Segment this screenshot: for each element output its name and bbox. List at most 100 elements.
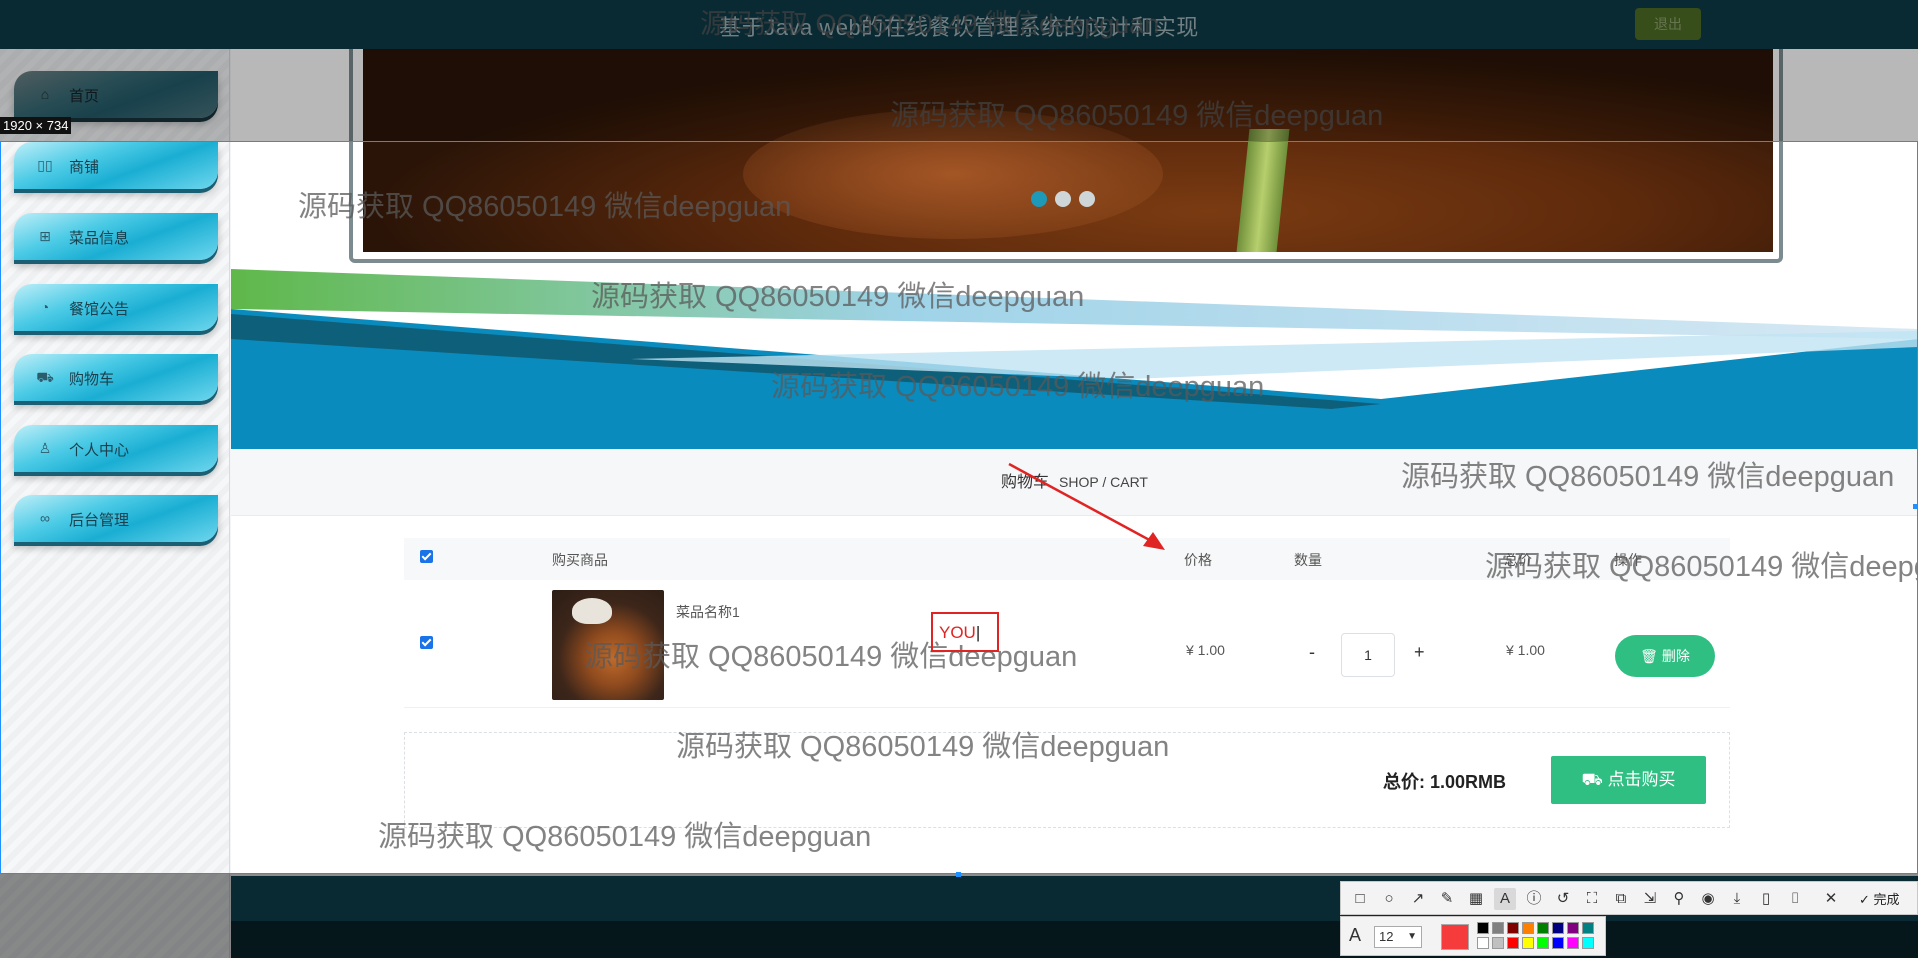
color-swatch[interactable] (1507, 922, 1519, 934)
trash-icon: 🗑 (1640, 648, 1658, 664)
quantity-increase-button[interactable]: + (1414, 642, 1425, 663)
buy-button[interactable]: ⛟ 点击购买 (1551, 756, 1706, 804)
decorative-wave (231, 269, 1918, 449)
sidebar-item-shop[interactable]: ▯▯ 商铺 (14, 142, 218, 189)
color-swatch[interactable] (1567, 922, 1579, 934)
dish-name[interactable]: 菜品名称1 (676, 602, 740, 622)
translate-tool-icon[interactable]: ⧉ (1610, 888, 1632, 910)
column-header-total: 总价 (1504, 552, 1532, 568)
annotation-text-box[interactable]: YOU| (931, 612, 999, 652)
sidebar-item-label: 后台管理 (69, 512, 130, 529)
quantity-input[interactable]: 1 (1341, 633, 1395, 677)
carousel-dots (1031, 191, 1103, 212)
phone-icon[interactable]: ▯ (1755, 888, 1777, 910)
rectangle-tool-icon[interactable]: □ (1349, 888, 1371, 910)
selection-size-label: 1920 × 734 (0, 117, 72, 134)
cart-icon: ⛟ (36, 369, 54, 385)
sidebar-item-home[interactable]: ⌂ 首页 (14, 71, 218, 118)
arrow-tool-icon[interactable]: ↗ (1407, 888, 1429, 910)
color-swatch[interactable] (1537, 922, 1549, 934)
bookmark-icon[interactable]: ⌷ (1784, 888, 1806, 910)
font-size-select[interactable]: 12 ▼ (1374, 926, 1422, 948)
dish-price: ¥ 1.00 (1186, 642, 1225, 658)
sidebar-item-label: 首页 (69, 88, 100, 105)
quantity-decrease-button[interactable]: - (1309, 642, 1315, 663)
delete-button-label: 删除 (1661, 648, 1690, 664)
done-button[interactable]: ✓ 完成 (1859, 889, 1900, 908)
annotation-arrow[interactable] (1005, 460, 1175, 555)
sidebar-item-label: 购物车 (69, 371, 115, 388)
user-icon: ♙ (38, 440, 52, 456)
text-tool-icon[interactable]: A (1494, 888, 1516, 910)
total-price-label: 总价: (1383, 772, 1425, 792)
selection-handle-bottom[interactable] (956, 872, 961, 877)
carousel-dot-1[interactable] (1031, 191, 1047, 207)
color-swatch[interactable] (1522, 937, 1534, 949)
delete-button[interactable]: 🗑 删除 (1615, 635, 1715, 677)
footer-bottom (231, 921, 1918, 958)
banner-garnish (1236, 129, 1290, 252)
color-swatch[interactable] (1492, 937, 1504, 949)
thumbnail-teapot (572, 598, 612, 624)
screenshot-toolbar: □ ○ ↗ ✎ ▦ A ⓘ ↺ ⛶ ⧉ ⇲ ⚲ ◉ ⤓ ▯ ⌷ ✕ ✓ 完成 (1340, 881, 1918, 915)
pen-tool-icon[interactable]: ✎ (1436, 888, 1458, 910)
sidebar-item-admin[interactable]: ∞ 后台管理 (14, 495, 218, 542)
sidebar-item-label: 商铺 (69, 159, 100, 176)
color-swatch[interactable] (1477, 937, 1489, 949)
download-icon[interactable]: ⤓ (1726, 888, 1748, 910)
font-size-value: 12 (1379, 929, 1394, 944)
cart-table: 购买商品 价格 数量 总价 操作 菜品名称1 ¥ 1.00 - 1 + ¥ 1.… (404, 538, 1730, 708)
select-all-checkbox[interactable] (420, 550, 433, 563)
color-swatch[interactable] (1552, 922, 1564, 934)
color-swatch[interactable] (1582, 922, 1594, 934)
undo-icon[interactable]: ↺ (1552, 888, 1574, 910)
carousel-dot-2[interactable] (1055, 191, 1071, 207)
text-style-bar: A 12 ▼ (1340, 916, 1606, 956)
buy-button-label: 点击购买 (1607, 770, 1676, 789)
chevron-down-icon: ▼ (1407, 931, 1417, 942)
record-icon[interactable]: ◉ (1697, 888, 1719, 910)
dish-thumbnail[interactable] (552, 590, 664, 700)
table-row: 菜品名称1 ¥ 1.00 - 1 + ¥ 1.00 🗑 删除 (404, 580, 1730, 708)
sidebar-item-notice[interactable]: ◔ 餐馆公告 (14, 284, 218, 331)
app-title: 基于Java web的在线餐饮管理系统的设计和实现 (719, 15, 1199, 40)
sidebar-item-label: 餐馆公告 (69, 301, 130, 318)
home-icon: ⌂ (40, 86, 50, 102)
color-swatch[interactable] (1477, 922, 1489, 934)
top-header: 基于Java web的在线餐饮管理系统的设计和实现 退出 (0, 0, 1918, 49)
sidebar-item-dishes[interactable]: ⊞ 菜品信息 (14, 213, 218, 260)
sidebar-item-cart[interactable]: ⛟ 购物车 (14, 354, 218, 401)
carousel-dot-3[interactable] (1079, 191, 1095, 207)
scroll-capture-icon[interactable]: ⇲ (1639, 888, 1661, 910)
ocr-tool-icon[interactable]: ⛶ (1581, 888, 1603, 910)
color-swatch[interactable] (1507, 937, 1519, 949)
sidebar-item-profile[interactable]: ♙ 个人中心 (14, 425, 218, 472)
color-swatch[interactable] (1492, 922, 1504, 934)
color-swatch[interactable] (1522, 922, 1534, 934)
mosaic-tool-icon[interactable]: ▦ (1465, 888, 1487, 910)
banner-food-highlight (743, 109, 1163, 239)
banner-carousel (349, 49, 1783, 263)
color-swatch[interactable] (1552, 937, 1564, 949)
column-header-price: 价格 (1184, 552, 1212, 568)
font-size-icon: A (1349, 925, 1362, 945)
column-header-quantity: 数量 (1294, 552, 1322, 568)
current-color-swatch[interactable] (1441, 924, 1469, 950)
banner-image (363, 49, 1773, 252)
done-label: 完成 (1873, 892, 1900, 907)
sidebar-item-label: 菜品信息 (69, 230, 130, 247)
annotation-text: YOU (939, 623, 976, 642)
selection-handle-right[interactable] (1913, 504, 1918, 509)
ellipse-tool-icon[interactable]: ○ (1378, 888, 1400, 910)
menu-icon: ⊞ (39, 228, 51, 244)
sidebar: ⌂ 首页 ▯▯ 商铺 ⊞ 菜品信息 ◔ 餐馆公告 ⛟ 购物车 ♙ 个人中心 ∞ … (0, 49, 230, 958)
color-swatch[interactable] (1582, 937, 1594, 949)
logout-button[interactable]: 退出 (1635, 8, 1701, 40)
pin-icon[interactable]: ⚲ (1668, 888, 1690, 910)
link-icon: ∞ (40, 510, 50, 526)
color-swatch[interactable] (1567, 937, 1579, 949)
row-checkbox[interactable] (420, 636, 433, 649)
close-icon[interactable]: ✕ (1820, 888, 1842, 910)
color-swatch[interactable] (1537, 937, 1549, 949)
number-tool-icon[interactable]: ⓘ (1523, 888, 1545, 910)
